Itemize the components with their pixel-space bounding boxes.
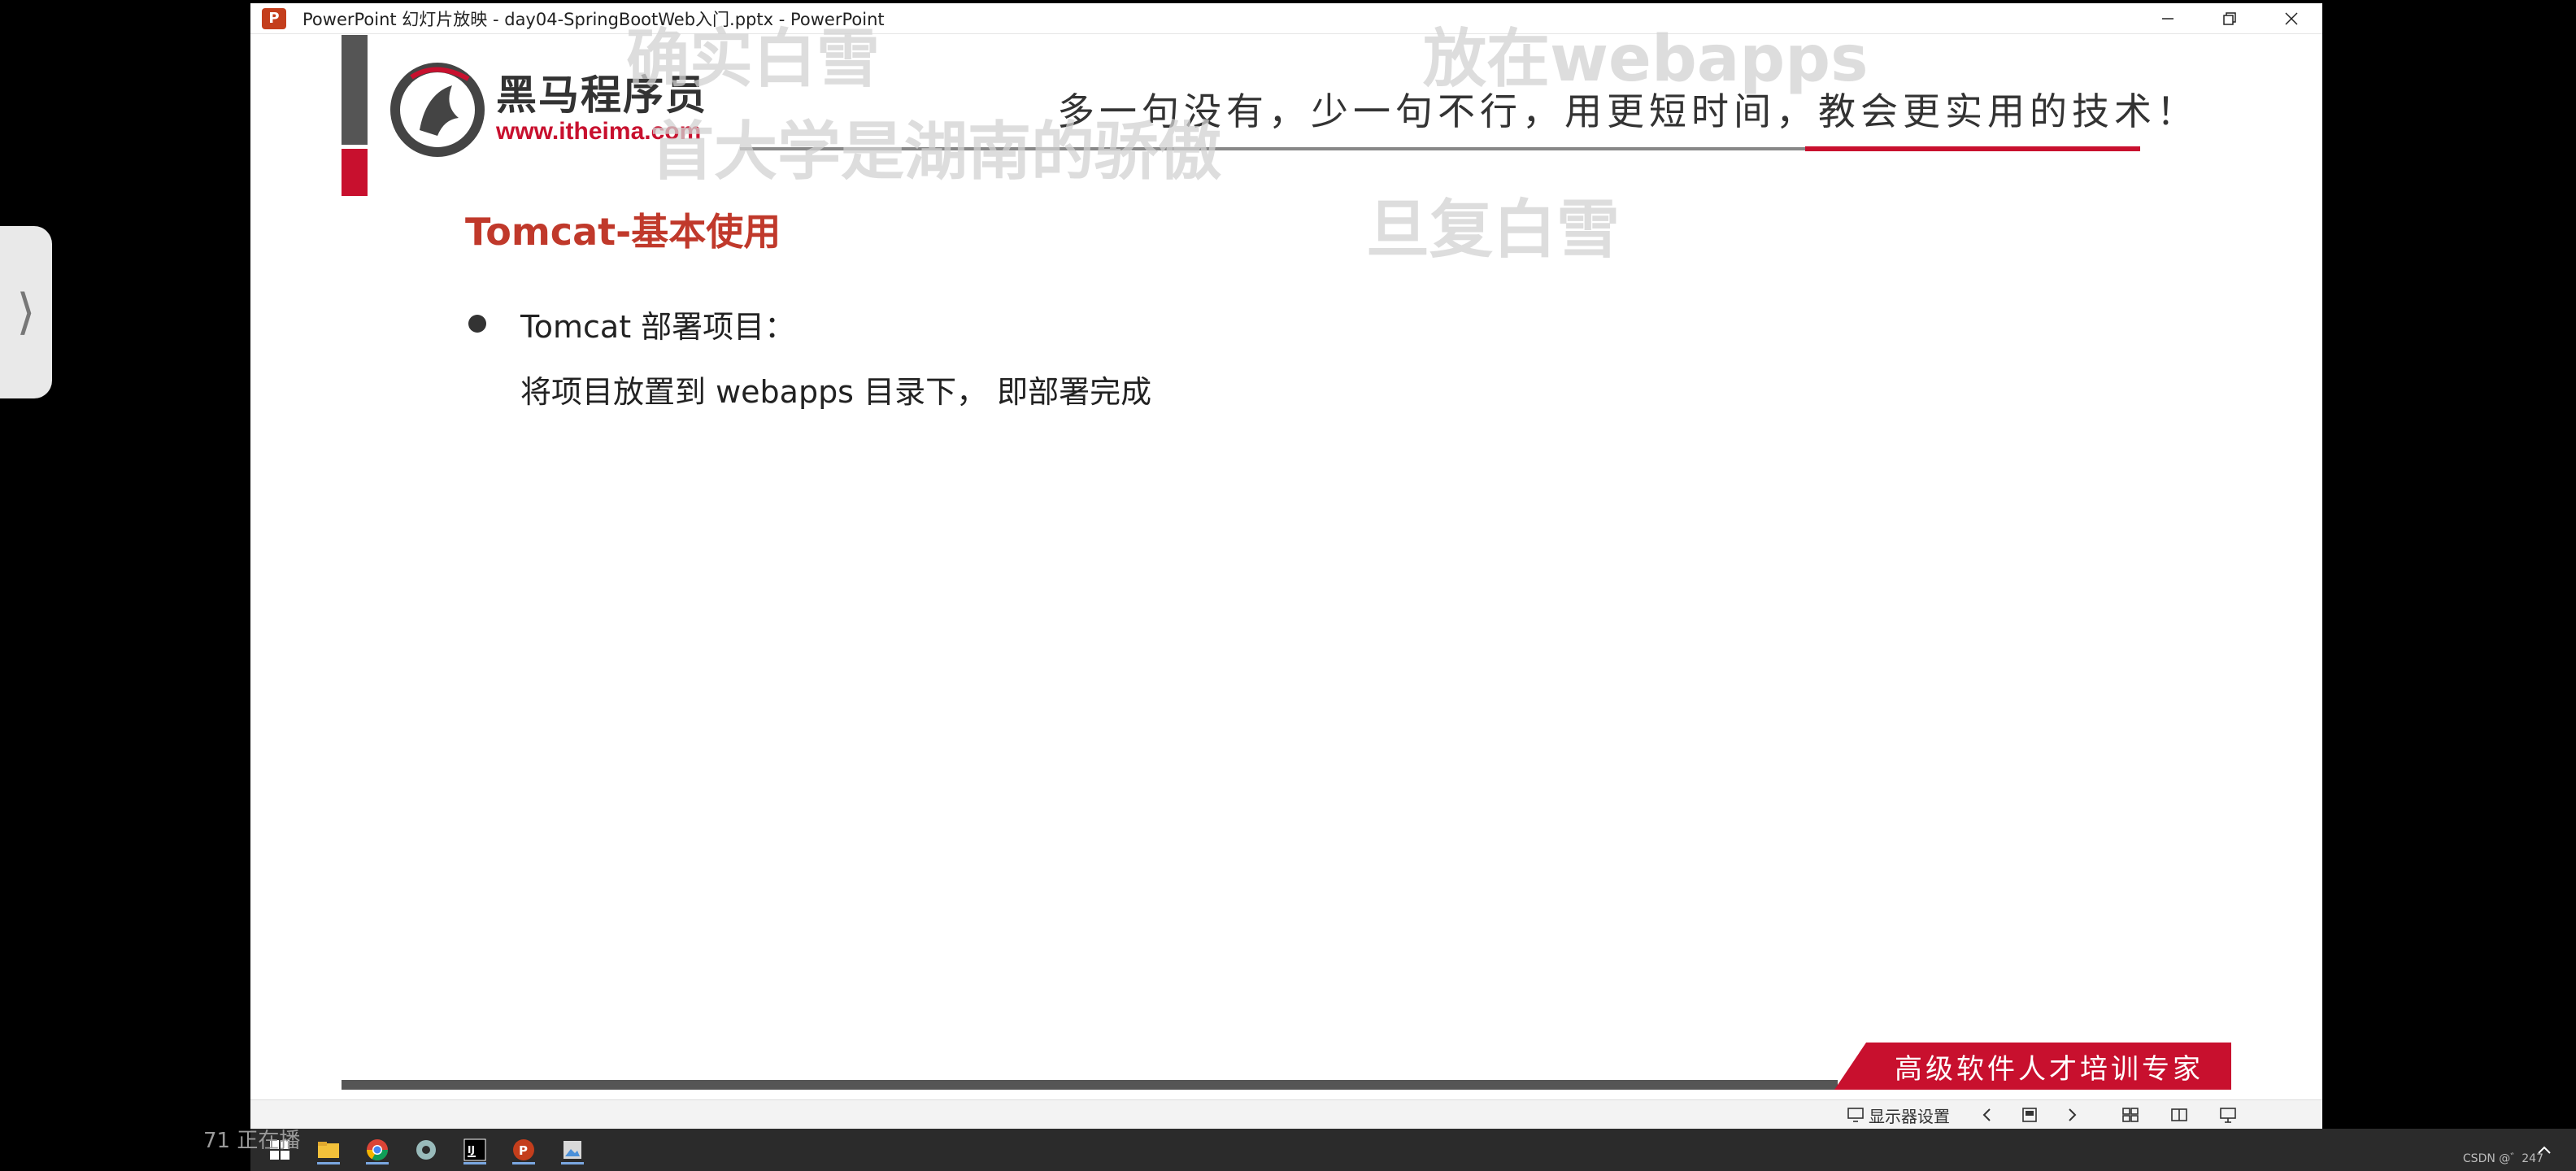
normal-view-icon: [2022, 1108, 2037, 1122]
minimize-icon: [2162, 18, 2174, 20]
slide-bottom-bar: [342, 1080, 1838, 1090]
footer-text: 高级软件人才培训专家: [1895, 1052, 2204, 1086]
photo-icon: [564, 1141, 581, 1159]
slideshow-statusbar: 显示器设置: [250, 1099, 2322, 1129]
minimize-button[interactable]: [2137, 3, 2199, 34]
slideshow-button[interactable]: [2218, 1105, 2238, 1125]
powerpoint-icon: P: [262, 7, 286, 29]
next-icon: [2069, 1108, 2077, 1121]
taskbar-app[interactable]: [408, 1134, 444, 1166]
taskbar-intellij[interactable]: IJ: [457, 1134, 493, 1166]
prev-slide-button[interactable]: [1978, 1105, 1997, 1125]
intellij-icon: IJ: [463, 1138, 486, 1161]
normal-view-button[interactable]: [2020, 1105, 2039, 1125]
window-controls: [2137, 3, 2322, 34]
title-bar: P PowerPoint 幻灯片放映 - day04-SpringBootWeb…: [250, 3, 2322, 34]
slide-sorter-button[interactable]: [2121, 1105, 2140, 1125]
close-button[interactable]: [2261, 3, 2322, 34]
close-icon: [2285, 12, 2298, 25]
slide-left-bar: [342, 35, 368, 145]
horse-logo-icon: [390, 63, 485, 157]
taskbar: IJ P: [250, 1129, 2576, 1171]
bullet-text: Tomcat 部署项目：: [520, 309, 796, 345]
bullet-subtext: 将项目放置到 webapps 目录下， 即部署完成: [520, 374, 1152, 410]
taskbar-photo[interactable]: [555, 1134, 590, 1166]
next-slide-button[interactable]: [2062, 1105, 2082, 1125]
powerpoint-icon: P: [513, 1139, 534, 1160]
reading-view-button[interactable]: [2169, 1105, 2189, 1125]
subtitle-overlay: 旦复白雪: [1366, 194, 1621, 267]
monitor-icon: [1847, 1108, 1864, 1122]
powerpoint-window: P PowerPoint 幻灯片放映 - day04-SpringBootWeb…: [250, 3, 2322, 1129]
reading-view-icon: [2171, 1108, 2187, 1121]
slide-heading: Tomcat-基本使用: [465, 210, 781, 254]
chevron-right-icon: ⟩: [16, 284, 36, 341]
corner-watermark: CSDN @゛247: [2462, 1152, 2543, 1165]
subtitle-overlay: 放在webapps: [1423, 23, 1869, 96]
taskbar-powerpoint[interactable]: P: [506, 1134, 542, 1166]
left-overlay-text: 71 正在播: [203, 1128, 301, 1153]
slide[interactable]: 黑马程序员 www.itheima.com 多一句没有，少一句不行，用更短时间，…: [342, 35, 2231, 1090]
bullet-icon: [468, 315, 486, 333]
restore-button[interactable]: [2199, 3, 2261, 34]
svg-text:IJ: IJ: [468, 1144, 475, 1156]
slogan-underline-accent: [1805, 146, 2140, 151]
display-settings-button[interactable]: 显示器设置: [1846, 1105, 1950, 1126]
prev-icon: [1982, 1108, 1991, 1121]
side-expand-tab[interactable]: ⟩: [0, 226, 52, 398]
subtitle-overlay: 确实白雪: [626, 23, 881, 96]
footer-banner: 高级软件人才培训专家: [1834, 1043, 2231, 1090]
app-icon: [416, 1140, 436, 1160]
slide-sorter-icon: [2122, 1108, 2139, 1122]
restore-icon: [2223, 12, 2236, 25]
slide-red-block: [342, 149, 368, 196]
display-settings-label: 显示器设置: [1869, 1106, 1950, 1126]
subtitle-overlay: 首大学是湖南的骄傲: [651, 115, 1222, 189]
slideshow-icon: [2220, 1108, 2236, 1123]
svg-text:P: P: [519, 1143, 528, 1158]
